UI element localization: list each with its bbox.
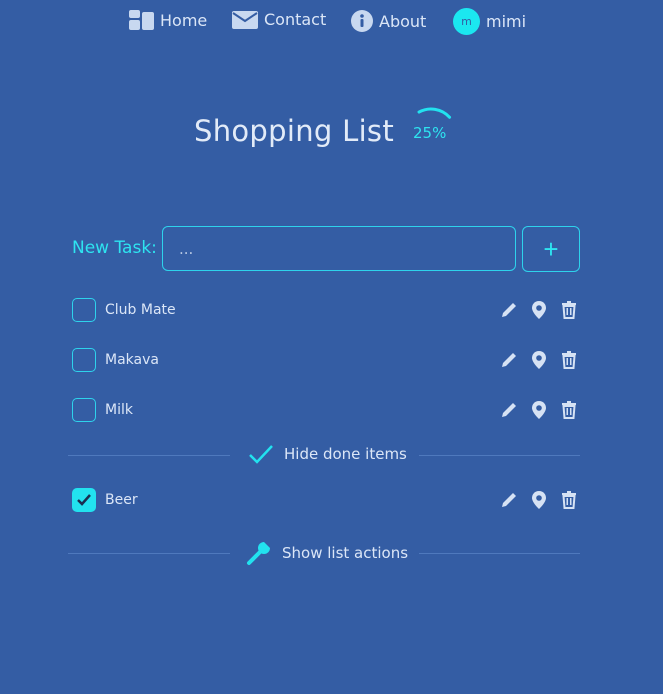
page-title: Shopping List [194,114,395,148]
pencil-icon[interactable] [499,300,519,320]
location-pin-icon[interactable] [529,300,549,320]
checkmark-icon [249,445,273,464]
list-item: Beer [72,488,580,514]
pencil-icon[interactable] [499,400,519,420]
item-checkbox-checked[interactable] [72,488,96,512]
top-nav: Home Contact About m mimi [0,0,663,44]
pencil-icon[interactable] [499,350,519,370]
location-pin-icon[interactable] [529,490,549,510]
add-task-button[interactable]: + [522,226,580,272]
trash-icon[interactable] [559,350,579,370]
user-name: mimi [486,12,527,31]
hide-done-label: Hide done items [284,445,407,463]
nav-user[interactable]: m mimi [453,8,526,35]
divider [68,455,230,456]
list-actions-toggle[interactable]: Show list actions [246,540,408,566]
progress-percent: 25% [413,124,447,142]
progress-arc [417,107,452,119]
new-task-input[interactable] [162,226,516,271]
item-label: Beer [105,492,138,508]
divider [419,455,580,456]
item-label: Makava [105,352,159,368]
list-item: Milk [72,398,580,424]
trash-icon[interactable] [559,300,579,320]
dashboard-icon [129,10,154,30]
hide-done-toggle[interactable]: Hide done items [248,443,407,465]
nav-home[interactable]: Home [129,10,207,30]
list-item: Club Mate [72,298,580,324]
wrench-icon [247,542,270,565]
nav-contact[interactable]: Contact [232,10,326,29]
location-pin-icon[interactable] [529,350,549,370]
item-label: Milk [105,402,133,418]
list-item: Makava [72,348,580,374]
trash-icon[interactable] [559,400,579,420]
item-label: Club Mate [105,302,176,318]
divider [68,553,230,554]
avatar: m [453,8,480,35]
envelope-icon [232,10,258,29]
new-task-label: New Task: [72,238,157,258]
nav-home-label: Home [160,10,208,30]
item-checkbox[interactable] [72,398,96,422]
nav-contact-label: Contact [264,10,327,29]
divider [419,553,580,554]
nav-about-label: About [379,11,427,31]
item-checkbox[interactable] [72,348,96,372]
trash-icon[interactable] [559,490,579,510]
item-checkbox[interactable] [72,298,96,322]
info-icon [351,10,373,32]
list-actions-label: Show list actions [282,544,409,562]
location-pin-icon[interactable] [529,400,549,420]
check-icon [77,494,91,506]
nav-about[interactable]: About [351,10,426,32]
pencil-icon[interactable] [499,490,519,510]
